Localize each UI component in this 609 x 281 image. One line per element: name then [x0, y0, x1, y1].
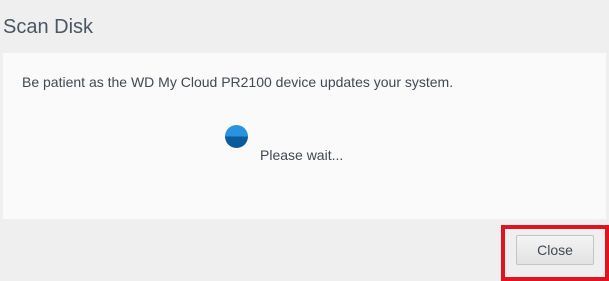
- close-button[interactable]: Close: [516, 235, 594, 265]
- dialog-body: Be patient as the WD My Cloud PR2100 dev…: [3, 53, 606, 219]
- dialog-title: Scan Disk: [3, 16, 94, 38]
- loading-spinner-icon: [225, 125, 248, 148]
- please-wait-text: Please wait...: [260, 147, 344, 163]
- dialog-message: Be patient as the WD My Cloud PR2100 dev…: [22, 74, 454, 90]
